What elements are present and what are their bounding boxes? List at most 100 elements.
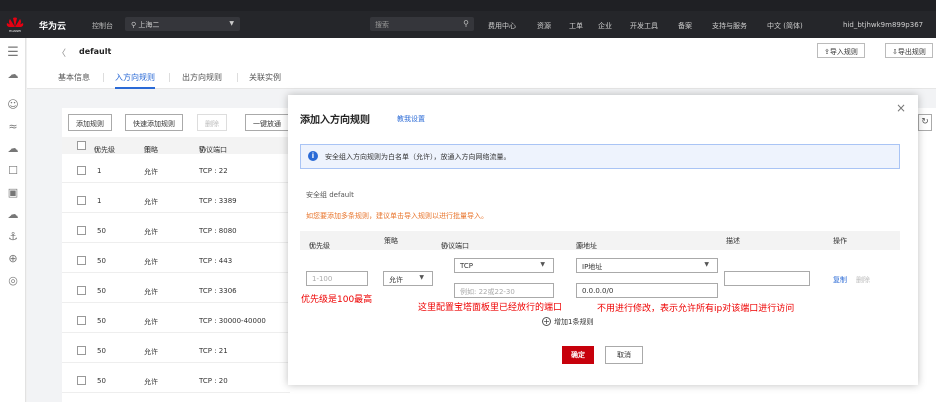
anchor-icon[interactable]: ⚓: [6, 230, 20, 244]
cell-port: TCP : 30000-40000: [199, 317, 266, 325]
nav-billing[interactable]: 费用中心: [488, 21, 516, 31]
protocol-value: TCP: [460, 262, 473, 270]
region-selector[interactable]: ⚲ 上海二 ▼: [125, 17, 240, 31]
protocol-select[interactable]: TCP ▼: [454, 258, 554, 273]
top-header: HUAWEI 华为云 控制台 ⚲ 上海二 ▼ 搜索 ⚲ 费用中心 资源 工单 企…: [0, 11, 936, 38]
export-rules-button[interactable]: ⇩导出规则: [885, 43, 933, 58]
quick-add-rule-button[interactable]: 快速添加规则: [125, 114, 183, 131]
action-select[interactable]: 允许 ▼: [383, 271, 433, 286]
source-type-value: IP地址: [582, 263, 603, 271]
network-icon[interactable]: ≈: [6, 120, 20, 134]
user-group-icon[interactable]: ☺: [6, 98, 20, 112]
cell-priority: 50: [97, 377, 106, 385]
close-icon[interactable]: ×: [896, 101, 906, 115]
source-address-input[interactable]: 0.0.0.0/0: [576, 283, 718, 298]
add-inbound-rule-dialog: 添加入方向规则 教我设置 × i 安全组入方向规则为白名单（允许），放通入方向网…: [288, 95, 918, 385]
nav-dev-tools[interactable]: 开发工具: [630, 21, 658, 31]
left-sidebar: ☰ ☁ ☺ ≈ ☁ ☐ ▣ ☁ ⚓ ⊕ ◎: [0, 38, 26, 402]
cancel-button[interactable]: 取消: [605, 346, 643, 364]
row-checkbox[interactable]: [77, 166, 86, 175]
row-checkbox[interactable]: [77, 286, 86, 295]
priority-input[interactable]: 1-100: [306, 271, 368, 286]
tab-inbound-rules[interactable]: 入方向规则: [115, 72, 155, 89]
brand-name[interactable]: 华为云: [39, 19, 66, 32]
cloud-icon[interactable]: ☁: [6, 68, 20, 82]
globe-icon[interactable]: ⊕: [6, 252, 20, 266]
tab-outbound-rules[interactable]: 出方向规则: [182, 72, 222, 83]
breadcrumb-bar: 〈 default ☺ 评价 ⇪导入规则 ⇩导出规则: [27, 38, 936, 66]
chevron-down-icon: ▼: [229, 20, 234, 27]
help-icon[interactable]: ⓘ: [576, 241, 583, 251]
info-text: 安全组入方向规则为白名单（允许），放通入方向网络流量。: [325, 153, 511, 161]
search-icon[interactable]: ⚲: [463, 19, 469, 28]
delete-button[interactable]: 删除: [197, 114, 227, 131]
tab-divider: [103, 73, 104, 82]
nav-icp[interactable]: 备案: [678, 21, 692, 31]
copy-link[interactable]: 复制: [833, 275, 847, 285]
page-title: default: [79, 47, 112, 56]
cell-port: TCP : 3306: [199, 287, 237, 295]
database-icon[interactable]: ▣: [6, 186, 20, 200]
tab-divider: [237, 73, 238, 82]
nav-account[interactable]: hid_btjhwk9m899p367: [843, 21, 923, 29]
cell-priority: 50: [97, 257, 106, 265]
row-checkbox[interactable]: [77, 226, 86, 235]
row-checkbox[interactable]: [77, 316, 86, 325]
tab-basic-info[interactable]: 基本信息: [58, 72, 90, 83]
cell-action: 允许: [144, 378, 158, 386]
annotation-source: 不用进行修改，表示允许所有ip对该端口进行访问: [597, 304, 795, 314]
nav-resources[interactable]: 资源: [537, 21, 551, 31]
row-checkbox[interactable]: [77, 196, 86, 205]
col-description: 描述: [726, 237, 740, 245]
help-icon[interactable]: ⓘ: [441, 241, 448, 251]
confirm-button[interactable]: 确定: [562, 346, 594, 364]
huawei-logo-icon[interactable]: HUAWEI: [4, 17, 26, 33]
tab-bar: 基本信息 入方向规则 出方向规则 关联实例: [27, 66, 936, 89]
help-icon[interactable]: ⓘ: [94, 145, 101, 155]
bulk-import-tip[interactable]: 如您要添加多条规则，建议单击导入规则以进行批量导入。: [306, 211, 488, 221]
chevron-down-icon: ▼: [540, 261, 545, 268]
description-input[interactable]: [724, 271, 810, 286]
help-icon[interactable]: ⓘ: [144, 145, 151, 155]
info-banner: i 安全组入方向规则为白名单（允许），放通入方向网络流量。: [300, 144, 900, 169]
help-link[interactable]: 教我设置: [397, 114, 425, 124]
help-icon[interactable]: ⓘ: [309, 241, 316, 251]
box-icon[interactable]: ☐: [6, 164, 20, 178]
one-click-allow-button[interactable]: 一键放通: [245, 114, 289, 131]
console-link[interactable]: 控制台: [92, 21, 113, 31]
dialog-title: 添加入方向规则: [300, 115, 370, 126]
delete-link[interactable]: 删除: [856, 275, 870, 285]
plus-circle-icon: +: [542, 317, 551, 326]
settings-circle-icon[interactable]: ◎: [6, 274, 20, 288]
cloud-link-icon[interactable]: ☁: [6, 208, 20, 222]
cell-port: TCP : 22: [199, 167, 228, 175]
nav-support[interactable]: 支持与服务: [712, 21, 747, 31]
annotation-port: 这里配置宝塔面板里已经放行的端口: [418, 303, 563, 313]
row-checkbox[interactable]: [77, 376, 86, 385]
source-type-select[interactable]: IP地址 ▼: [576, 258, 718, 273]
add-one-rule-button[interactable]: + 增加1条规则: [542, 317, 593, 327]
row-checkbox[interactable]: [77, 346, 86, 355]
search-placeholder: 搜索: [375, 21, 389, 29]
import-rules-button[interactable]: ⇪导入规则: [817, 43, 865, 58]
location-pin-icon: ⚲: [131, 21, 137, 29]
menu-icon[interactable]: ☰: [6, 46, 20, 60]
table-row: 50 允许 TCP : 30000-40000: [62, 309, 290, 333]
add-rule-button[interactable]: 添加规则: [68, 114, 112, 131]
nav-tickets[interactable]: 工单: [569, 21, 583, 31]
svg-text:HUAWEI: HUAWEI: [9, 29, 21, 33]
back-arrow-icon[interactable]: 〈: [57, 46, 66, 59]
tab-associated-instances[interactable]: 关联实例: [249, 72, 281, 83]
row-checkbox[interactable]: [77, 256, 86, 265]
nav-language[interactable]: 中文 (简体): [767, 21, 803, 31]
info-icon: i: [308, 151, 318, 161]
global-search-input[interactable]: 搜索 ⚲: [370, 17, 474, 31]
nav-enterprise[interactable]: 企业: [598, 21, 612, 31]
cell-port: TCP : 20: [199, 377, 228, 385]
select-all-checkbox[interactable]: [77, 141, 86, 150]
dialog-table-header: 优先级 ⓘ 策略 协议端口 ⓘ 源地址 ⓘ 描述 操作: [300, 231, 900, 250]
cloud-server-icon[interactable]: ☁: [6, 142, 20, 156]
help-icon[interactable]: ⓘ: [199, 145, 206, 155]
port-input[interactable]: 例如: 22或22-30: [454, 283, 554, 298]
refresh-icon[interactable]: ↻: [918, 114, 932, 131]
